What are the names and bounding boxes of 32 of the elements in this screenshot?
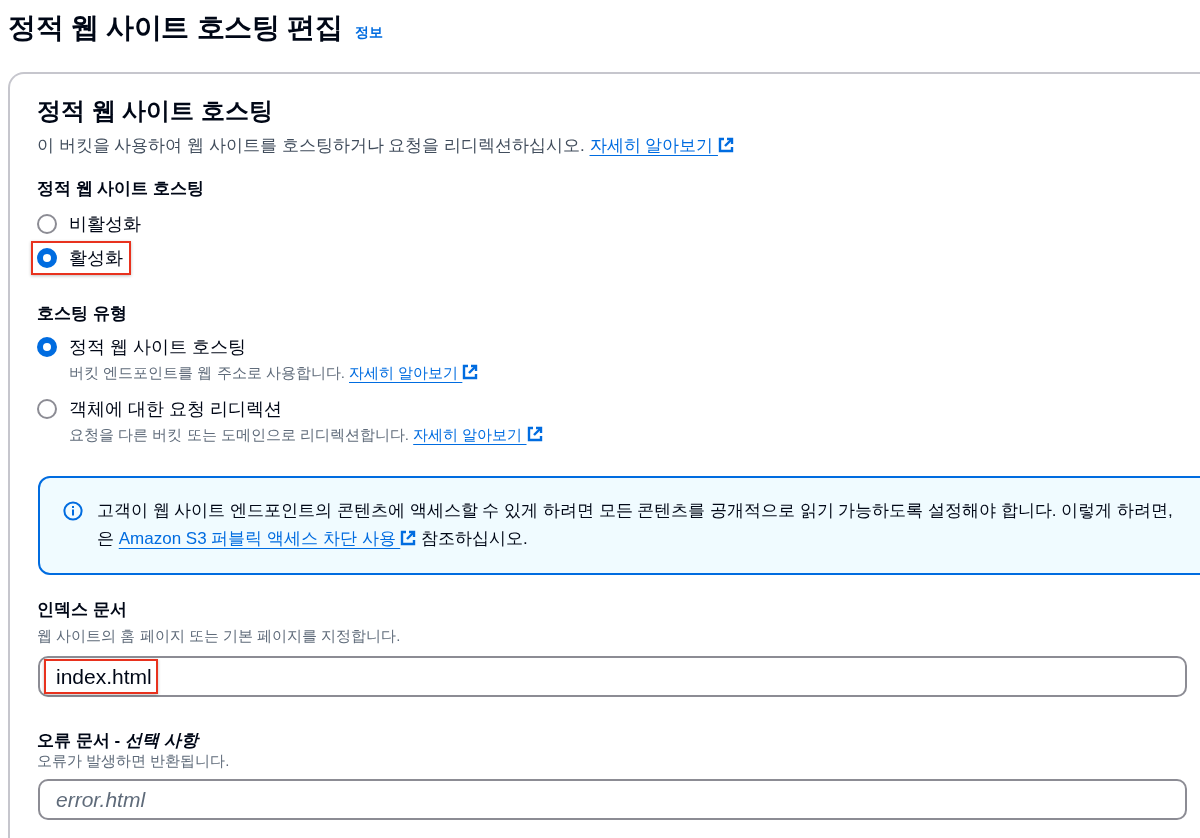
radio-button[interactable]	[37, 248, 57, 268]
info-icon	[63, 501, 83, 521]
panel-description: 이 버킷을 사용하여 웹 사이트를 호스팅하거나 요청을 리디렉션하십시오. 자세히 알아보기	[37, 135, 1200, 157]
learn-more-link[interactable]: 자세히 알아보기	[589, 136, 734, 155]
radio-button[interactable]	[37, 214, 57, 234]
field-label: 오류 문서 - 선택 사항	[37, 730, 201, 752]
documentation-link[interactable]: Amazon S3 퍼블릭 액세스 차단 사용	[118, 529, 417, 548]
field-label: 호스팅 유형	[37, 303, 128, 325]
text-input[interactable]: index.html	[38, 656, 1187, 697]
panel-title: 정적 웹 사이트 호스팅	[37, 96, 274, 126]
radio-label[interactable]: 비활성화	[69, 210, 141, 238]
field-label: 정적 웹 사이트 호스팅	[37, 178, 206, 200]
field-description: 웹 사이트의 홈 페이지 또는 기본 페이지를 지정합니다.	[37, 626, 402, 646]
radio-label[interactable]: 정적 웹 사이트 호스팅	[69, 333, 246, 361]
learn-more-link[interactable]: 자세히 알아보기	[349, 364, 479, 381]
option-description: 요청을 다른 버킷 또는 도메인으로 리디렉션합니다. 자세히 알아보기	[69, 424, 1200, 446]
learn-more-link[interactable]: 자세히 알아보기	[413, 426, 543, 443]
radio-label[interactable]: 활성화	[69, 244, 123, 272]
radio-button[interactable]	[37, 337, 57, 357]
option-description: 버킷 엔드포인트를 웹 주소로 사용합니다. 자세히 알아보기	[69, 362, 1200, 384]
page-title: 정적 웹 사이트 호스팅 편집	[8, 11, 343, 45]
field-label: 인덱스 문서	[37, 599, 128, 621]
radio-label[interactable]: 객체에 대한 요청 리디렉션	[69, 395, 282, 423]
radio-button[interactable]	[37, 399, 57, 419]
external-link-icon	[717, 137, 734, 153]
external-link-icon	[400, 530, 417, 546]
field-description: 오류가 발생하면 반환됩니다.	[37, 751, 231, 771]
text-input[interactable]: error.html	[38, 779, 1187, 820]
external-link-icon	[462, 364, 479, 380]
external-link-icon	[526, 426, 543, 442]
alert-message: 고객이 웹 사이트 엔드포인트의 콘텐츠에 액세스할 수 있게 하려면 모든 콘텐츠를 공개적으로 읽기 가능하도록 설정해야 합니다. 이렇게 하려면, 은 Amazon S3 퍼블릭 액세스 차단 사용 참조하십시오.	[97, 500, 1173, 550]
info-link[interactable]: 정보	[354, 24, 383, 42]
